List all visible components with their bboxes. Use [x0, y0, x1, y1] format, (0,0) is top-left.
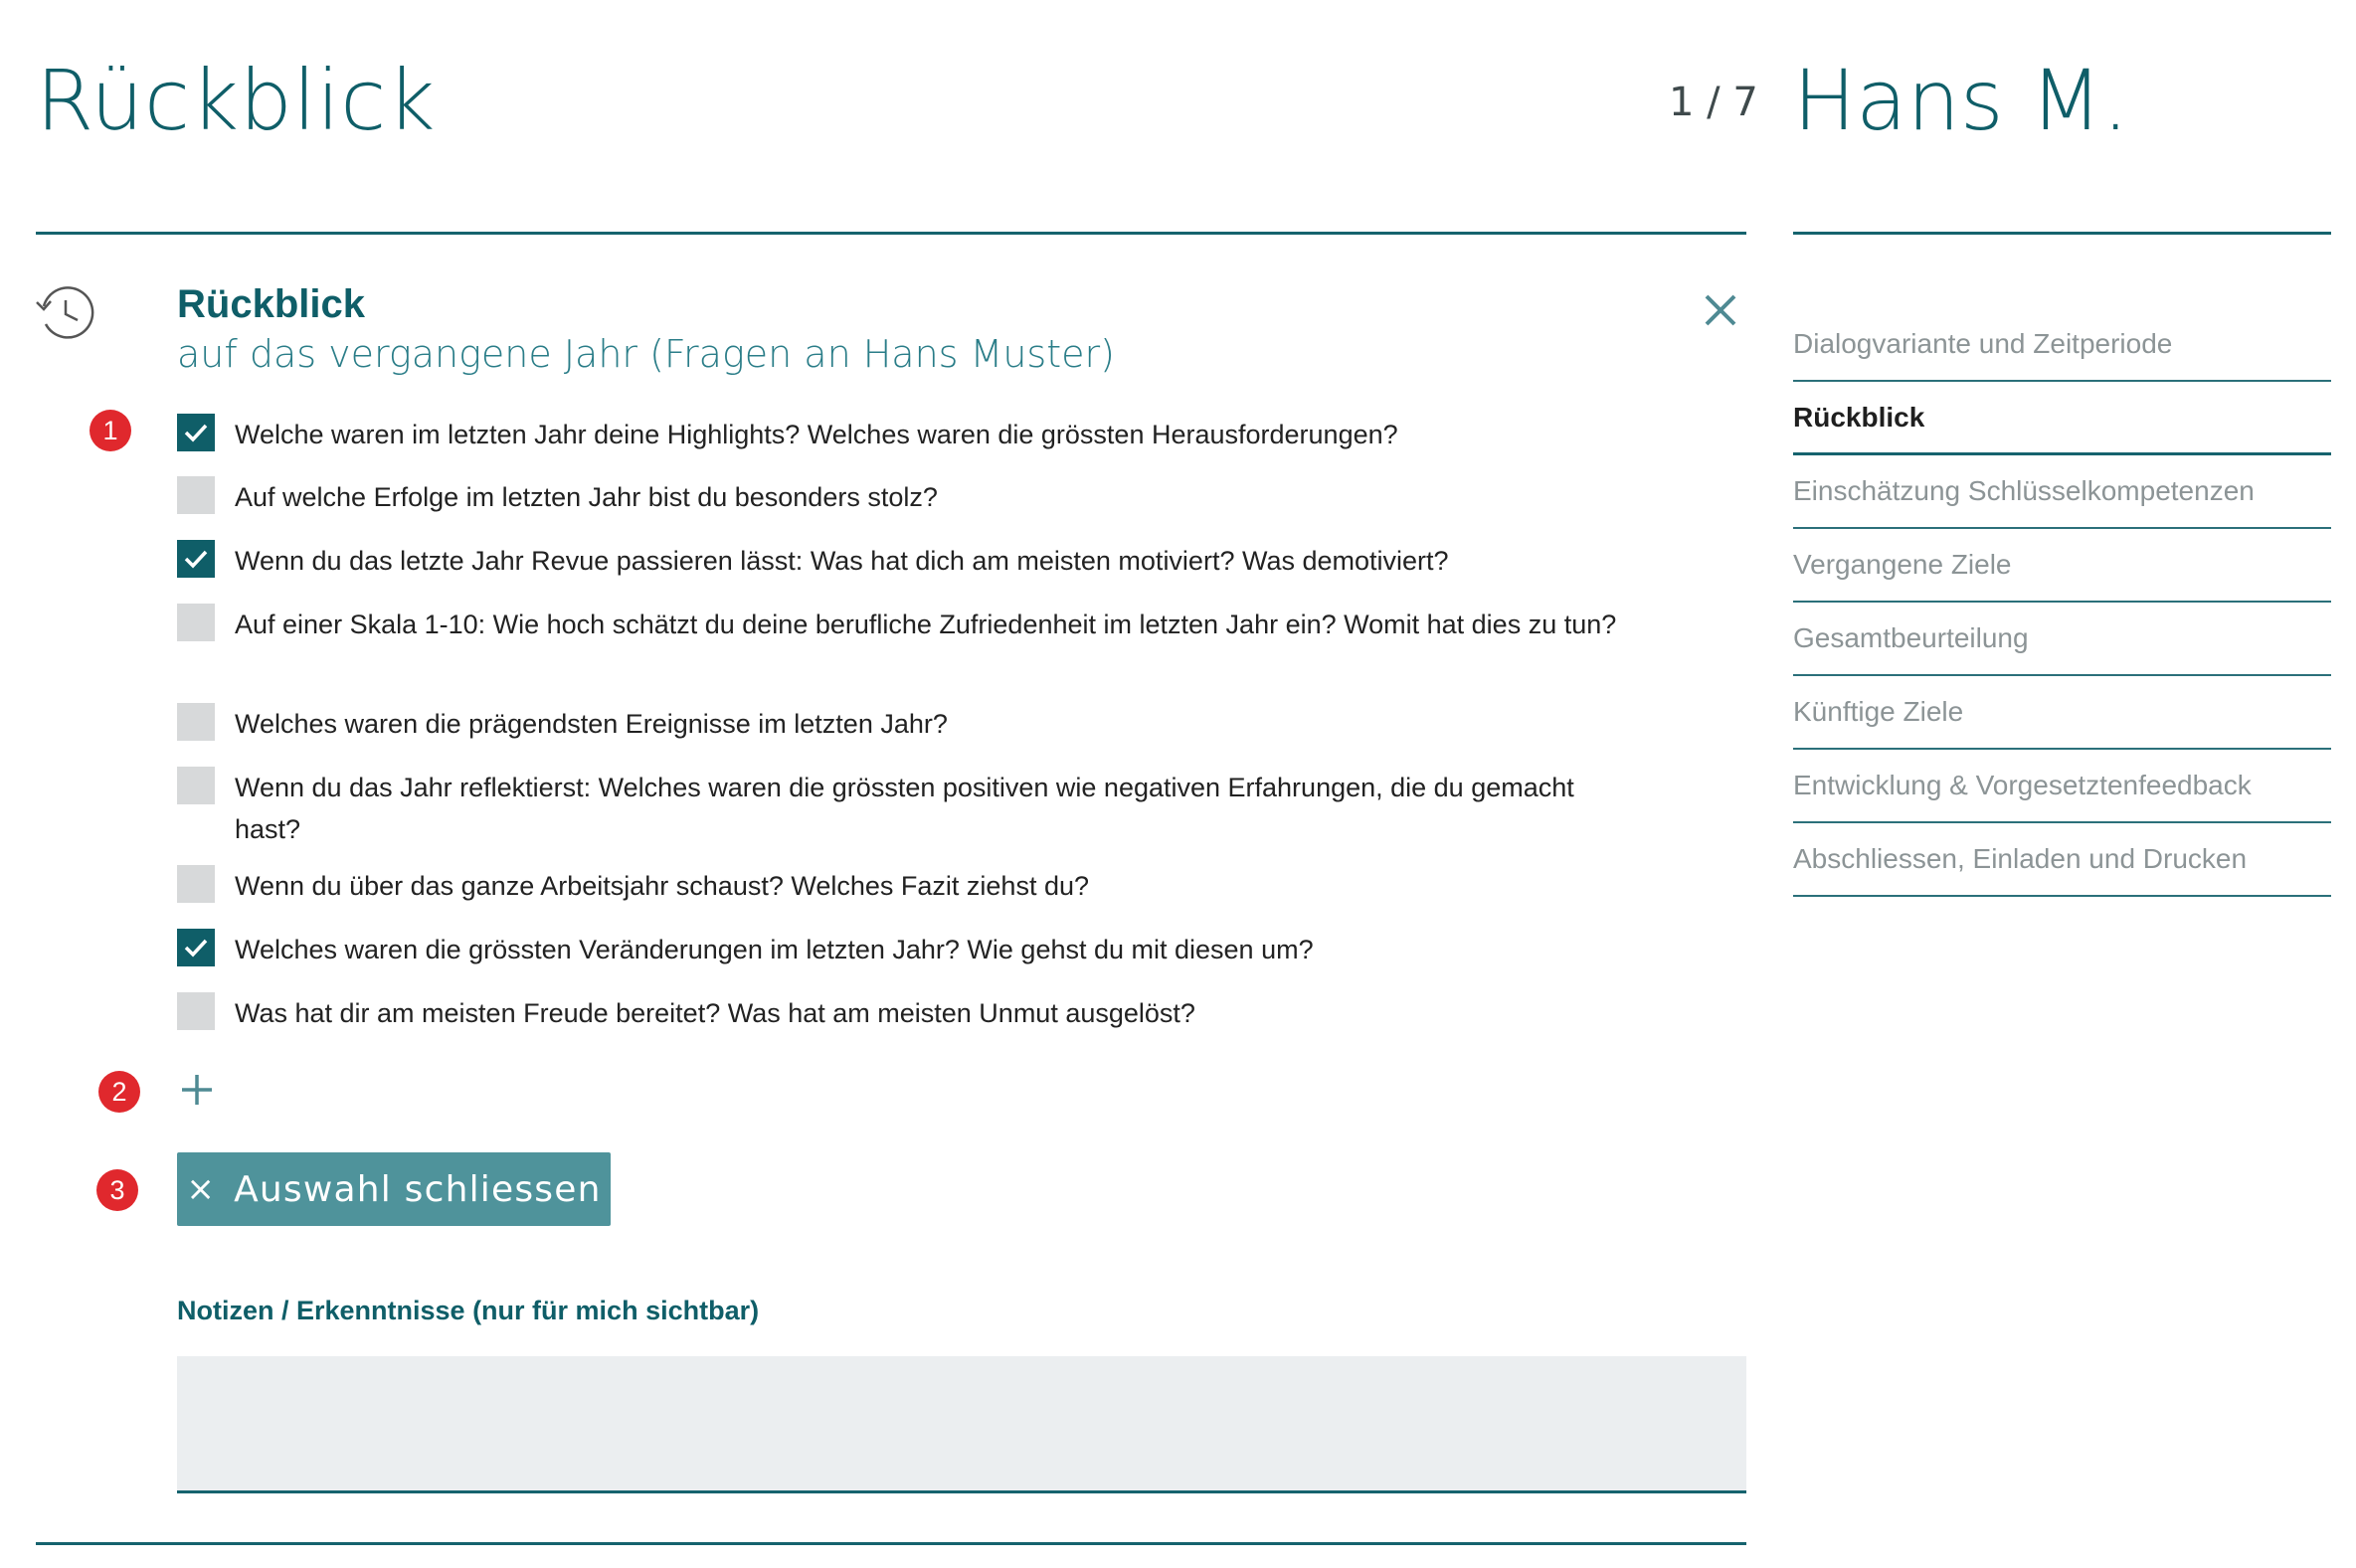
section-subheading: auf das vergangene Jahr (Fragen an Hans …: [177, 332, 1115, 376]
marker-badge: 2: [98, 1071, 140, 1113]
question-checkbox-checked[interactable]: [177, 414, 215, 451]
plus-icon[interactable]: [179, 1072, 215, 1108]
question-row: Wenn du das Jahr reflektierst: Welches w…: [177, 767, 1647, 850]
question-row: Auf einer Skala 1-10: Wie hoch schätzt d…: [177, 604, 1647, 645]
question-text: Wenn du das Jahr reflektierst: Welches w…: [235, 773, 1574, 844]
question-text: Welche waren im letzten Jahr deine Highl…: [235, 420, 1398, 449]
question-row: Auf welche Erfolge im letzten Jahr bist …: [177, 476, 1647, 518]
step-nav-item[interactable]: Abschliessen, Einladen und Drucken: [1793, 823, 2331, 897]
question-text: Auf welche Erfolge im letzten Jahr bist …: [235, 482, 938, 512]
marker-badge: 1: [90, 410, 131, 451]
header-divider: [36, 232, 1746, 235]
marker-badge: 3: [96, 1169, 138, 1211]
question-checkbox[interactable]: [177, 703, 215, 741]
step-nav-item[interactable]: Dialogvariante und Zeitperiode: [1793, 308, 2331, 382]
question-text: Welches waren die grössten Veränderungen…: [235, 935, 1314, 964]
notes-field[interactable]: [177, 1356, 1746, 1493]
question-text: Was hat dir am meisten Freude bereitet? …: [235, 998, 1195, 1028]
question-checkbox[interactable]: [177, 604, 215, 641]
question-row: Wenn du über das ganze Arbeitsjahr schau…: [177, 865, 1647, 907]
question-row: Wenn du das letzte Jahr Revue passieren …: [177, 540, 1647, 582]
close-icon[interactable]: [1703, 292, 1738, 328]
page-counter: 1 / 7: [1669, 80, 1758, 125]
question-row: Was hat dir am meisten Freude bereitet? …: [177, 992, 1647, 1034]
question-text: Wenn du das letzte Jahr Revue passieren …: [235, 546, 1449, 576]
question-row: Welches waren die grössten Veränderungen…: [177, 929, 1647, 970]
step-nav-item[interactable]: Rückblick: [1793, 382, 2331, 455]
close-selection-button[interactable]: × Auswahl schliessen: [177, 1152, 611, 1226]
close-selection-label: Auswahl schliessen: [234, 1168, 602, 1210]
footer-divider: [36, 1542, 1746, 1545]
question-checkbox-checked[interactable]: [177, 540, 215, 578]
section-heading: Rückblick: [177, 282, 365, 326]
step-nav-item[interactable]: Entwicklung & Vorgesetztenfeedback: [1793, 750, 2331, 823]
step-nav-item[interactable]: Künftige Ziele: [1793, 676, 2331, 750]
question-text: Wenn du über das ganze Arbeitsjahr schau…: [235, 871, 1089, 901]
step-nav: Dialogvariante und Zeitperiode Rückblick E…: [1793, 308, 2331, 897]
sidebar-header-divider: [1793, 232, 2331, 235]
question-checkbox-checked[interactable]: [177, 929, 215, 966]
close-icon: ×: [186, 1169, 217, 1209]
question-text: Auf einer Skala 1-10: Wie hoch schätzt d…: [235, 610, 1617, 639]
step-nav-item[interactable]: Einschätzung Schlüsselkompetenzen: [1793, 455, 2331, 529]
page-title: Rückblick: [36, 52, 436, 149]
question-checkbox[interactable]: [177, 767, 215, 804]
history-icon: [36, 286, 94, 339]
question-checkbox[interactable]: [177, 992, 215, 1030]
step-nav-item[interactable]: Vergangene Ziele: [1793, 529, 2331, 603]
question-checkbox[interactable]: [177, 865, 215, 903]
question-checkbox[interactable]: [177, 476, 215, 514]
question-row: Welches waren die prägendsten Ereignisse…: [177, 703, 1647, 745]
step-nav-item[interactable]: Gesamtbeurteilung: [1793, 603, 2331, 676]
question-text: Welches waren die prägendsten Ereignisse…: [235, 709, 948, 739]
person-name: Hans M.: [1793, 52, 2129, 149]
notes-label: Notizen / Erkenntnisse (nur für mich sic…: [177, 1296, 760, 1325]
question-row: Welche waren im letzten Jahr deine Highl…: [177, 414, 1647, 455]
